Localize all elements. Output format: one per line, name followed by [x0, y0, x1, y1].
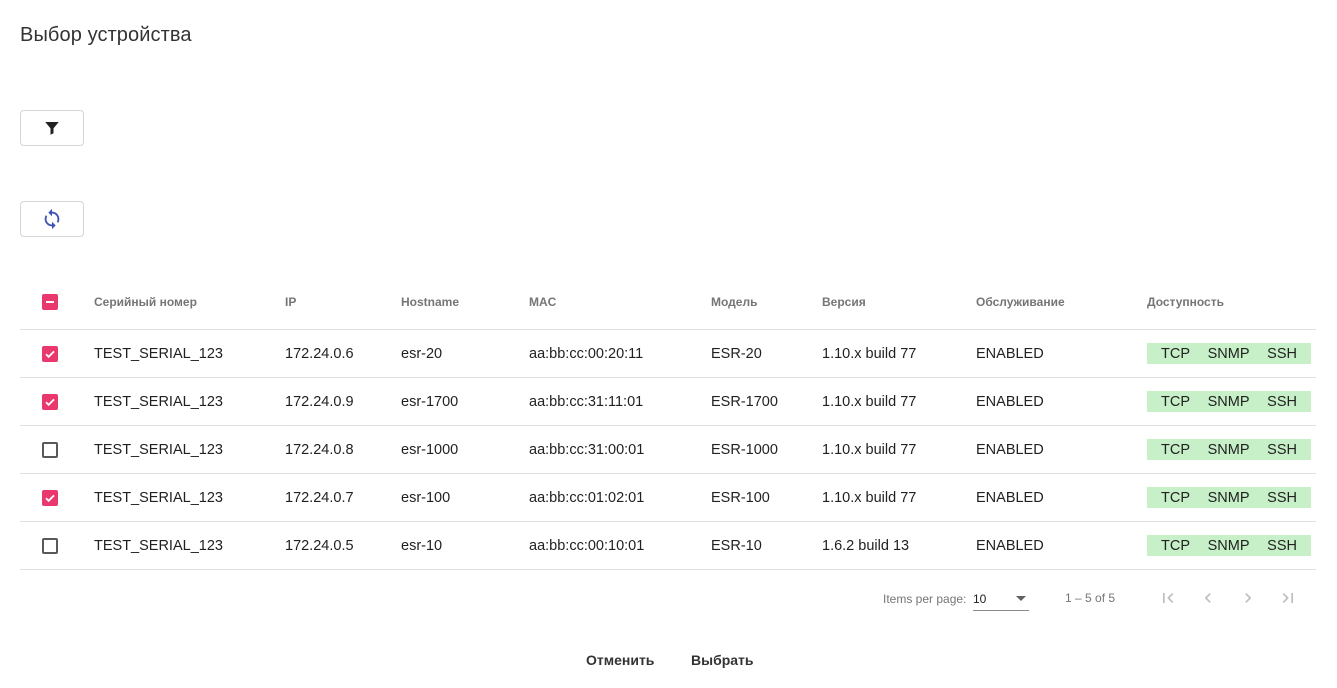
- cell-ip: 172.24.0.7: [285, 489, 354, 506]
- refresh-icon: [44, 208, 60, 230]
- availability-badges: TCP SNMP SSH: [1147, 391, 1311, 412]
- filter-icon: [45, 122, 59, 135]
- first-page-button[interactable]: [1156, 586, 1180, 610]
- dialog-title: Выбор устройства: [20, 24, 192, 46]
- column-header-serial[interactable]: Серийный номер: [94, 274, 197, 329]
- availability-tag-ssh: SSH: [1267, 441, 1297, 458]
- cell-service: ENABLED: [976, 441, 1044, 458]
- paginator: Items per page: 10 1 – 5 of 5: [0, 583, 1337, 613]
- cell-hostname: esr-1000: [401, 441, 459, 458]
- column-header-availability[interactable]: Доступность: [1147, 274, 1224, 329]
- cell-hostname: esr-100: [401, 489, 451, 506]
- availability-tag-snmp: SNMP: [1207, 393, 1250, 410]
- cell-ip: 172.24.0.5: [285, 537, 354, 554]
- availability-tag-tcp: TCP: [1161, 345, 1190, 362]
- cancel-button[interactable]: Отменить: [586, 646, 654, 674]
- row-checkbox[interactable]: [42, 489, 58, 506]
- availability-tag-tcp: TCP: [1161, 489, 1190, 506]
- column-header-service[interactable]: Обслуживание: [976, 274, 1065, 329]
- cell-version: 1.10.x build 77: [822, 489, 917, 506]
- availability-tag-ssh: SSH: [1267, 489, 1297, 506]
- cell-model: ESR-20: [711, 345, 762, 362]
- previous-page-button[interactable]: [1196, 586, 1220, 610]
- cell-serial: TEST_SERIAL_123: [94, 345, 223, 362]
- refresh-button[interactable]: [20, 201, 84, 237]
- cell-hostname: esr-10: [401, 537, 443, 554]
- cell-serial: TEST_SERIAL_123: [94, 537, 223, 554]
- availability-tag-tcp: TCP: [1161, 393, 1190, 410]
- cell-mac: aa:bb:cc:31:00:01: [529, 441, 645, 458]
- availability-badges: TCP SNMP SSH: [1147, 439, 1311, 460]
- last-page-icon: [1282, 593, 1293, 603]
- availability-tag-ssh: SSH: [1267, 345, 1297, 362]
- table-row[interactable]: TEST_SERIAL_123 172.24.0.8 esr-1000 aa:b…: [20, 426, 1316, 474]
- availability-tag-tcp: TCP: [1161, 537, 1190, 554]
- cell-hostname: esr-1700: [401, 393, 459, 410]
- cell-service: ENABLED: [976, 393, 1044, 410]
- availability-badges: TCP SNMP SSH: [1147, 535, 1311, 556]
- cell-ip: 172.24.0.6: [285, 345, 354, 362]
- availability-tag-snmp: SNMP: [1207, 537, 1250, 554]
- availability-tag-snmp: SNMP: [1207, 441, 1250, 458]
- row-checkbox[interactable]: [42, 537, 58, 554]
- cell-version: 1.10.x build 77: [822, 441, 917, 458]
- cell-version: 1.10.x build 77: [822, 393, 917, 410]
- select-all-checkbox[interactable]: [42, 293, 58, 310]
- table-row[interactable]: TEST_SERIAL_123 172.24.0.6 esr-20 aa:bb:…: [20, 330, 1316, 378]
- first-page-icon: [1163, 593, 1174, 603]
- availability-tag-ssh: SSH: [1267, 393, 1297, 410]
- row-checkbox[interactable]: [42, 441, 58, 458]
- cell-mac: aa:bb:cc:01:02:01: [529, 489, 645, 506]
- items-per-page-label: Items per page:: [883, 592, 967, 606]
- cell-hostname: esr-20: [401, 345, 443, 362]
- cell-version: 1.10.x build 77: [822, 345, 917, 362]
- column-header-hostname[interactable]: Hostname: [401, 274, 459, 329]
- column-header-ip[interactable]: IP: [285, 274, 296, 329]
- cell-serial: TEST_SERIAL_123: [94, 441, 223, 458]
- availability-tag-tcp: TCP: [1161, 441, 1190, 458]
- row-checkbox[interactable]: [42, 393, 58, 410]
- table-row[interactable]: TEST_SERIAL_123 172.24.0.5 esr-10 aa:bb:…: [20, 522, 1316, 570]
- availability-badges: TCP SNMP SSH: [1147, 487, 1311, 508]
- cell-ip: 172.24.0.9: [285, 393, 354, 410]
- row-checkbox[interactable]: [42, 345, 58, 362]
- cell-mac: aa:bb:cc:00:20:11: [529, 345, 644, 362]
- dropdown-arrow-icon: [1016, 596, 1026, 601]
- cell-model: ESR-1000: [711, 441, 778, 458]
- cell-service: ENABLED: [976, 537, 1044, 554]
- cell-model: ESR-10: [711, 537, 762, 554]
- last-page-button[interactable]: [1276, 586, 1300, 610]
- column-header-mac[interactable]: MAC: [529, 274, 556, 329]
- devices-table: Серийный номер IP Hostname MAC Модель Ве…: [20, 274, 1316, 570]
- availability-tag-snmp: SNMP: [1207, 345, 1250, 362]
- column-header-model[interactable]: Модель: [711, 274, 757, 329]
- next-page-button[interactable]: [1236, 586, 1260, 610]
- page-range-label: 1 – 5 of 5: [1065, 591, 1116, 605]
- cell-service: ENABLED: [976, 489, 1044, 506]
- cell-model: ESR-100: [711, 489, 770, 506]
- cell-serial: TEST_SERIAL_123: [94, 489, 223, 506]
- cell-mac: aa:bb:cc:00:10:01: [529, 537, 645, 554]
- table-header-row: Серийный номер IP Hostname MAC Модель Ве…: [20, 274, 1316, 330]
- cell-version: 1.6.2 build 13: [822, 537, 910, 554]
- table-row[interactable]: TEST_SERIAL_123 172.24.0.7 esr-100 aa:bb…: [20, 474, 1316, 522]
- chevron-left-icon: [1204, 593, 1211, 603]
- availability-tag-snmp: SNMP: [1207, 489, 1250, 506]
- cell-serial: TEST_SERIAL_123: [94, 393, 223, 410]
- column-header-version[interactable]: Версия: [822, 274, 866, 329]
- table-row[interactable]: TEST_SERIAL_123 172.24.0.9 esr-1700 aa:b…: [20, 378, 1316, 426]
- page-size-value: 10: [973, 592, 987, 606]
- filter-button[interactable]: [20, 110, 84, 146]
- page-size-select[interactable]: 10: [973, 587, 1029, 611]
- cell-model: ESR-1700: [711, 393, 778, 410]
- chevron-right-icon: [1245, 593, 1252, 603]
- cell-mac: aa:bb:cc:31:11:01: [529, 393, 644, 410]
- select-button[interactable]: Выбрать: [691, 646, 754, 674]
- availability-badges: TCP SNMP SSH: [1147, 343, 1311, 364]
- cell-ip: 172.24.0.8: [285, 441, 354, 458]
- availability-tag-ssh: SSH: [1267, 537, 1297, 554]
- cell-service: ENABLED: [976, 345, 1044, 362]
